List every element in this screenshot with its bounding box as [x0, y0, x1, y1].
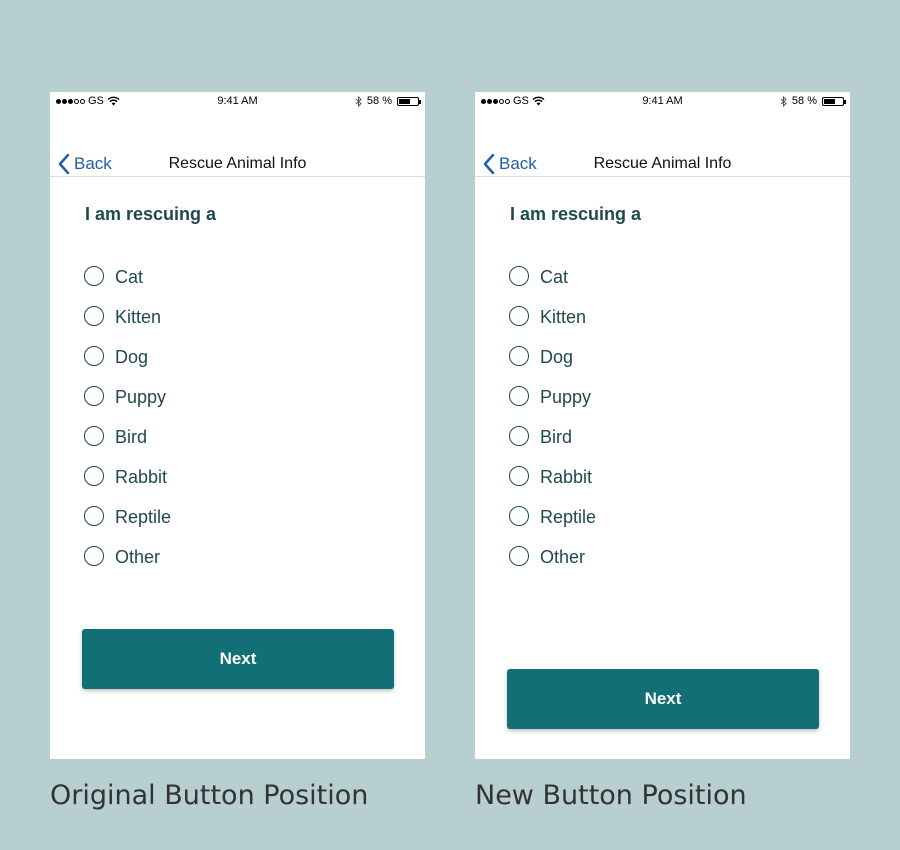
option-label: Bird — [115, 426, 148, 447]
option-label: Puppy — [540, 386, 592, 407]
option-other[interactable]: Other — [509, 536, 596, 576]
radio-button[interactable] — [509, 506, 529, 526]
battery-icon — [822, 96, 846, 106]
radio-button[interactable] — [84, 506, 104, 526]
option-label: Cat — [115, 266, 144, 287]
radio-button[interactable] — [509, 426, 529, 446]
option-cat[interactable]: Cat — [84, 256, 171, 296]
navigation-bar: Back Rescue Animal Info — [475, 112, 850, 177]
option-reptile[interactable]: Reptile — [84, 496, 171, 536]
option-puppy[interactable]: Puppy — [509, 376, 596, 416]
option-label: Other — [540, 546, 586, 567]
caption-new-position: New Button Position — [475, 780, 747, 811]
option-label: Dog — [540, 346, 574, 367]
caption-original-position: Original Button Position — [50, 780, 369, 811]
radio-button[interactable] — [509, 386, 529, 406]
option-label: Kitten — [540, 306, 587, 327]
status-bar: GS 9:41 AM 58 % — [50, 92, 425, 112]
page-title: Rescue Animal Info — [168, 155, 307, 172]
option-kitten[interactable]: Kitten — [509, 296, 596, 336]
radio-button[interactable] — [509, 546, 529, 566]
option-puppy[interactable]: Puppy — [84, 376, 171, 416]
battery-percentage: 58 % — [791, 95, 817, 107]
option-label: Rabbit — [540, 466, 593, 487]
option-label: Other — [115, 546, 161, 567]
option-dog[interactable]: Dog — [84, 336, 171, 376]
option-bird[interactable]: Bird — [509, 416, 596, 456]
question-heading: I am rescuing a — [85, 204, 217, 224]
animal-options-list: Cat Kitten Dog Puppy Bird Rabbit Reptile… — [84, 256, 171, 576]
navigation-bar: Back Rescue Animal Info — [50, 112, 425, 177]
question-heading: I am rescuing a — [510, 204, 642, 224]
option-label: Kitten — [115, 306, 162, 327]
next-button[interactable]: Next — [507, 669, 819, 729]
option-label: Reptile — [540, 506, 597, 527]
radio-button[interactable] — [84, 426, 104, 446]
option-kitten[interactable]: Kitten — [84, 296, 171, 336]
radio-button[interactable] — [84, 546, 104, 566]
radio-button[interactable] — [84, 266, 104, 286]
option-bird[interactable]: Bird — [84, 416, 171, 456]
radio-button[interactable] — [84, 466, 104, 486]
option-label: Bird — [540, 426, 573, 447]
radio-button[interactable] — [84, 386, 104, 406]
bluetooth-icon — [355, 95, 362, 107]
option-dog[interactable]: Dog — [509, 336, 596, 376]
radio-button[interactable] — [509, 346, 529, 366]
option-rabbit[interactable]: Rabbit — [84, 456, 171, 496]
option-cat[interactable]: Cat — [509, 256, 596, 296]
phone-screen-new: GS 9:41 AM 58 % Back Rescue Animal Info … — [475, 92, 850, 759]
battery-icon — [397, 96, 421, 106]
radio-button[interactable] — [509, 266, 529, 286]
option-label: Cat — [540, 266, 569, 287]
radio-button[interactable] — [84, 306, 104, 326]
radio-button[interactable] — [509, 466, 529, 486]
battery-percentage: 58 % — [366, 95, 392, 107]
option-label: Puppy — [115, 386, 167, 407]
option-label: Dog — [115, 346, 149, 367]
option-rabbit[interactable]: Rabbit — [509, 456, 596, 496]
option-label: Rabbit — [115, 466, 168, 487]
option-other[interactable]: Other — [84, 536, 171, 576]
status-bar: GS 9:41 AM 58 % — [475, 92, 850, 112]
page-title: Rescue Animal Info — [593, 155, 732, 172]
phone-screen-original: GS 9:41 AM 58 % Back Rescue Animal Info … — [50, 92, 425, 759]
radio-button[interactable] — [84, 346, 104, 366]
option-reptile[interactable]: Reptile — [509, 496, 596, 536]
bluetooth-icon — [780, 95, 787, 107]
animal-options-list: Cat Kitten Dog Puppy Bird Rabbit Reptile… — [509, 256, 596, 576]
option-label: Reptile — [115, 506, 172, 527]
next-button[interactable]: Next — [82, 629, 394, 689]
radio-button[interactable] — [509, 306, 529, 326]
